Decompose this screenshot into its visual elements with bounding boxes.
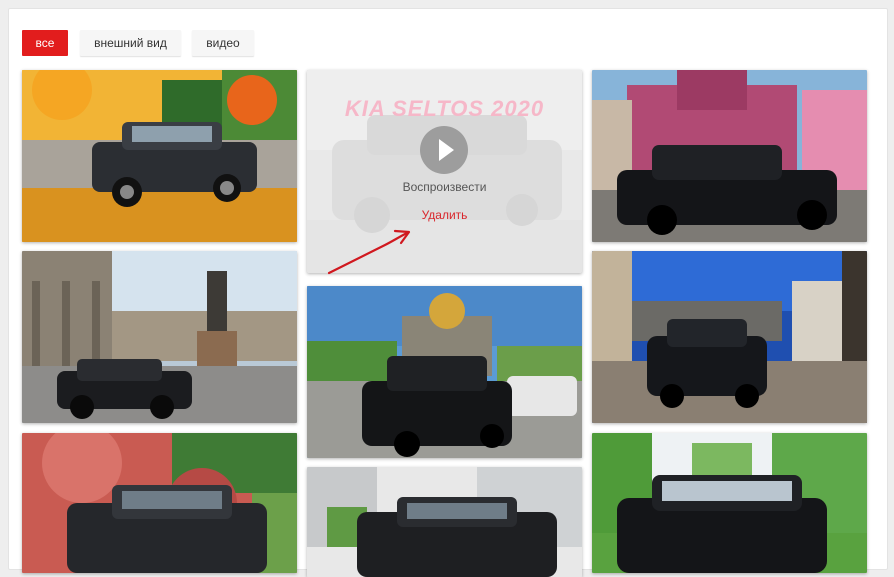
photo-thumbnail-cathedral[interactable] bbox=[307, 286, 582, 458]
photo-thumbnail-autumn-park[interactable] bbox=[22, 70, 297, 242]
delete-button[interactable]: Удалить bbox=[307, 208, 582, 222]
play-button[interactable]: Воспроизвести bbox=[307, 180, 582, 194]
filter-video-button[interactable]: видео bbox=[192, 30, 254, 56]
photo-thumbnail-apartments[interactable] bbox=[307, 467, 582, 577]
filter-all-button[interactable]: все bbox=[22, 30, 68, 56]
photo-thumbnail-pink-building[interactable] bbox=[592, 70, 867, 242]
photo-thumbnail-green-park[interactable] bbox=[592, 433, 867, 573]
video-title-overlay: KIA SELTOS 2020 bbox=[344, 96, 545, 121]
photo-thumbnail-rocks[interactable] bbox=[22, 433, 297, 573]
play-circle-icon[interactable] bbox=[420, 126, 468, 174]
photo-thumbnail-monument[interactable] bbox=[22, 251, 297, 423]
photo-thumbnail-griffin-bridge[interactable] bbox=[592, 251, 867, 423]
filter-exterior-button[interactable]: внешний вид bbox=[80, 30, 181, 56]
annotation-arrow bbox=[327, 229, 411, 275]
